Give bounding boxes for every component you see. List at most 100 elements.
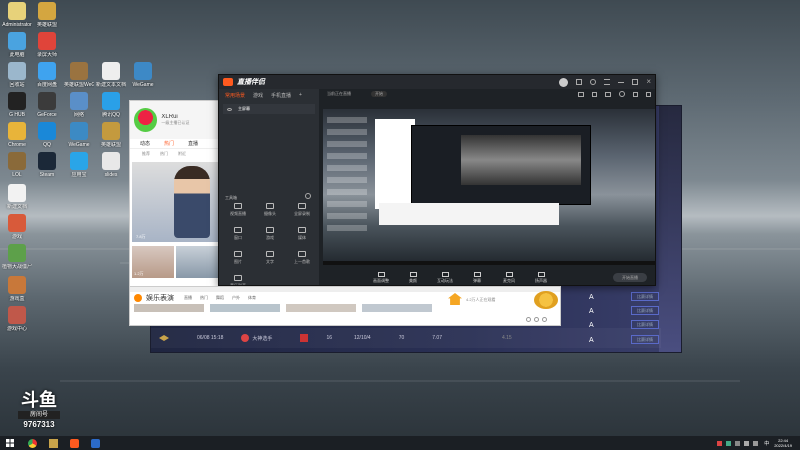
desktop-icon[interactable]: 英雄联盟 (96, 122, 126, 148)
thumb[interactable] (286, 304, 356, 312)
control-button[interactable]: 画面调整 (369, 272, 393, 284)
eye-icon[interactable] (227, 107, 232, 111)
video-card[interactable]: 7.8万 (132, 162, 218, 242)
tray-icon[interactable] (717, 440, 723, 446)
desktop-icon[interactable]: G HUB (2, 92, 32, 118)
control-button[interactable]: 互动玩法 (433, 272, 457, 284)
settings-icon[interactable] (590, 79, 597, 85)
desktop-icon[interactable]: 游戏中心 (2, 306, 32, 332)
scene-item[interactable]: 主屏幕 (223, 104, 315, 114)
maximize-icon[interactable] (632, 79, 639, 85)
desktop-icon[interactable]: 植物大战僵尸 (2, 244, 32, 270)
circle-icon[interactable] (534, 317, 539, 322)
desktop-icon[interactable]: 网络 (64, 92, 94, 118)
desktop-icon[interactable]: 录屏大师 (32, 32, 62, 58)
nav-item[interactable]: 户外 (232, 295, 240, 301)
desktop-icon[interactable]: 腾讯QQ (96, 92, 126, 118)
desktop-icon[interactable]: Administrator (2, 2, 32, 28)
detail-button[interactable]: 比赛详情 (631, 306, 659, 315)
tab-hot[interactable]: 热门 (164, 140, 174, 147)
add-scene-button[interactable]: + (299, 92, 302, 99)
tool-button[interactable]: 视频直播 (223, 203, 253, 217)
nav-item[interactable]: 舞蹈 (216, 295, 224, 301)
app-taskbar-icon[interactable] (70, 438, 79, 448)
nav-item[interactable]: 热门 (200, 295, 208, 301)
game-taskbar-icon[interactable] (49, 438, 58, 448)
bell-icon[interactable] (633, 91, 638, 97)
desktop-icon[interactable]: 此电脑 (2, 32, 32, 58)
desktop-icon[interactable]: 英雄联盟 (32, 2, 62, 28)
circle-icon[interactable] (542, 317, 547, 322)
tray-icon[interactable] (744, 440, 750, 446)
subtab-recommend[interactable]: 推荐 (142, 151, 150, 157)
desktop-icon[interactable]: Steam (32, 152, 62, 178)
tab-live[interactable]: 直播 (188, 140, 198, 147)
avatar[interactable] (134, 108, 158, 132)
desktop-icon[interactable]: QQ (32, 122, 62, 148)
share-icon[interactable] (646, 91, 651, 97)
desktop-icon[interactable]: 游戏盒 (2, 276, 32, 302)
desktop-icon[interactable]: WeGame (128, 62, 158, 88)
thumb[interactable] (210, 304, 280, 312)
thumb[interactable] (134, 304, 204, 312)
tool-button[interactable]: 游戏 (255, 227, 285, 241)
tab-mobile-scene[interactable]: 手机直播 (271, 92, 291, 99)
tray-icon[interactable] (726, 440, 732, 446)
tool-button[interactable]: 媒体 (287, 227, 317, 241)
skin-icon[interactable] (576, 79, 583, 85)
circle-icon[interactable] (526, 317, 531, 322)
detail-button[interactable]: 比赛详情 (631, 335, 659, 344)
desktop-icon[interactable]: 英雄联盟WeGame版 (64, 62, 94, 88)
clock[interactable]: 22:44 2022/4/19 (774, 438, 792, 448)
subtab-hot[interactable]: 热门 (160, 151, 168, 157)
close-icon[interactable]: × (646, 78, 651, 86)
desktop-icon[interactable]: Chrome (2, 122, 32, 148)
control-button[interactable]: 麦克风 (497, 272, 521, 284)
desktop-icon[interactable]: 新建文档 (2, 184, 32, 210)
tool-button[interactable]: 音乐列表 (223, 275, 253, 285)
ime-indicator[interactable]: 中 (764, 440, 769, 447)
desktop-icon[interactable]: GeForce (32, 92, 62, 118)
control-button[interactable]: 扬声器 (529, 272, 553, 284)
desktop-icon[interactable]: WeGame (64, 122, 94, 148)
tab-dynamic[interactable]: 动态 (140, 140, 150, 147)
detail-button[interactable]: 比赛详情 (631, 292, 659, 301)
video-card[interactable] (176, 246, 218, 278)
tool-button[interactable]: 摄像头 (255, 203, 285, 217)
detail-button[interactable]: 比赛详情 (631, 320, 659, 329)
tool-button[interactable]: 文字 (255, 251, 285, 265)
user-avatar[interactable] (559, 77, 569, 87)
control-button[interactable]: 美颜 (401, 272, 425, 284)
record-icon[interactable] (619, 91, 625, 97)
nav-item[interactable]: 直播 (184, 295, 192, 301)
desktop-icon[interactable]: 新建文本文档 (96, 62, 126, 88)
lock-icon[interactable] (592, 91, 597, 97)
minimize-icon[interactable] (618, 81, 625, 83)
start-icon[interactable] (6, 439, 14, 447)
tab-game-scene[interactable]: 游戏 (253, 92, 263, 99)
desktop-icon[interactable]: 回收站 (2, 62, 32, 88)
tray-icon[interactable] (735, 440, 741, 446)
subtab-near[interactable]: 附近 (178, 151, 186, 157)
chrome-taskbar-icon[interactable] (28, 438, 37, 448)
app-taskbar-icon[interactable] (91, 438, 100, 448)
fullscreen-icon[interactable] (605, 91, 611, 97)
tab-common-scene[interactable]: 常用场景 (225, 92, 245, 99)
desktop-icon[interactable]: 应用宝 (64, 152, 94, 178)
menu-icon[interactable] (604, 79, 611, 85)
tool-button[interactable]: 窗口 (223, 227, 253, 241)
stream-preview[interactable] (323, 109, 655, 265)
section-more-icon[interactable] (305, 193, 311, 199)
tool-button[interactable]: 上一首歌 (287, 251, 317, 265)
layout-icon[interactable] (578, 91, 584, 97)
tool-button[interactable]: 全屏录制 (287, 203, 317, 217)
tool-button[interactable]: 图片 (223, 251, 253, 265)
mascot-icon[interactable] (534, 291, 558, 309)
desktop-icon[interactable]: 百度网盘 (32, 62, 62, 88)
nav-item[interactable]: 体育 (248, 295, 256, 301)
desktop-icon[interactable]: LOL (2, 152, 32, 178)
match-row[interactable]: 06/08 15:18 大神选手 16 12/10/4 70 7.07 4.15 (151, 328, 661, 348)
desktop-icon[interactable]: 游戏 (2, 214, 32, 240)
video-card[interactable]: 1.2万 (132, 246, 174, 278)
control-button[interactable]: 弹幕 (465, 272, 489, 284)
